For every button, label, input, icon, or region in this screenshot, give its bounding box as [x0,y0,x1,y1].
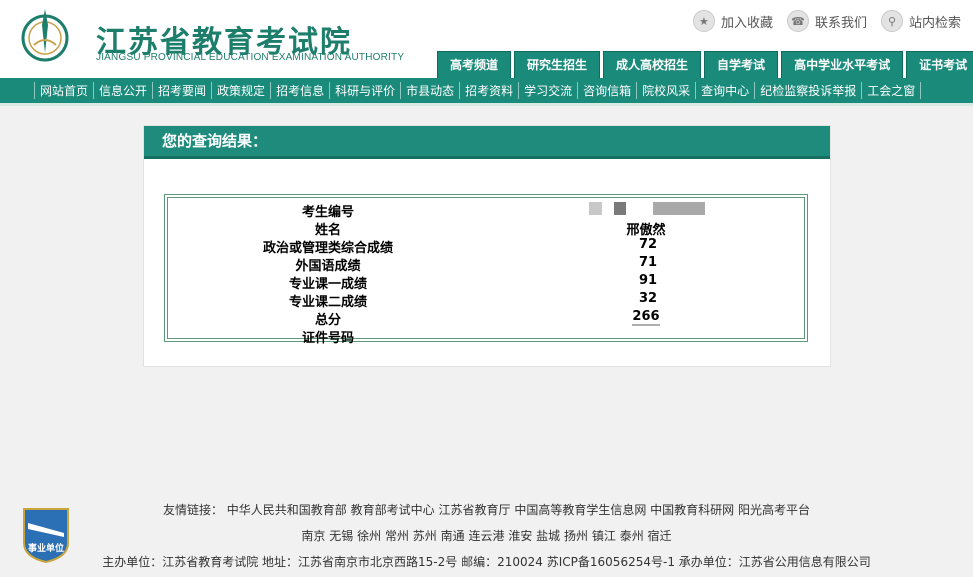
total-value: 266 [632,309,660,326]
city-link[interactable]: 常州 [385,529,409,543]
friend-link[interactable]: 教育部考试中心 [351,503,435,517]
friend-links: 友情链接： 中华人民共和国教育部 教育部考试中心 江苏省教育厅 中国高等教育学生… [0,501,973,518]
row-label: 政治或管理类综合成绩 [262,241,393,256]
contact-icon: ☎ [786,10,809,32]
tab-highschool[interactable]: 高中学业水平考试 [781,51,904,78]
nav-item-mailbox[interactable]: 咨询信箱 [577,82,636,99]
row-label: 专业课一成绩 [288,277,367,292]
nav-item-county[interactable]: 市县动态 [400,82,459,99]
bookmark-icon: ★ [692,10,715,32]
nav-item-home[interactable]: 网站首页 [34,82,93,99]
friend-link[interactable]: 阳光高考平台 [738,503,810,517]
nav-item-disclosure[interactable]: 信息公开 [93,82,152,99]
friend-link[interactable]: 中华人民共和国教育部 [227,503,347,517]
nav-item-colleges[interactable]: 院校风采 [636,82,695,99]
footer-host: 主办单位：江苏省教育考试院 [102,555,259,569]
city-link[interactable]: 南通 [441,529,465,543]
redacted-block [614,202,626,215]
nav-item-union[interactable]: 工会之窗 [861,82,922,99]
logo-icon [21,9,69,62]
row-value: 266 [626,309,666,326]
footer-contractor: 承办单位：江苏省公用信息有限公司 [678,555,871,569]
row-value: 71 [638,255,658,270]
row-label: 姓名 [314,223,341,238]
city-link[interactable]: 徐州 [357,529,381,543]
nav-item-exchange[interactable]: 学习交流 [518,82,577,99]
friend-link[interactable]: 中国高等教育学生信息网 [514,503,646,517]
tab-gaokao[interactable]: 高考频道 [437,51,512,78]
site-title-en: JIANGSU PROVINCIAL EDUCATION EXAMINATION… [96,52,405,63]
row-label: 考生编号 [301,205,354,220]
city-link[interactable]: 淮安 [508,529,532,543]
row-value: 91 [638,273,658,288]
redacted-block [589,202,602,215]
city-link[interactable]: 盐城 [536,529,560,543]
result-table: 考生编号 姓名 邢傲然 政治或管理类综合成绩 72 外国语成绩 71 专业课一成… [164,194,808,346]
row-label: 总分 [314,313,341,328]
city-link[interactable]: 连云港 [468,529,504,543]
nav-item-complaint[interactable]: 纪检监察投诉举报 [754,82,861,99]
tab-self-study[interactable]: 自学考试 [704,51,779,78]
city-link[interactable]: 镇江 [592,529,616,543]
tab-graduate[interactable]: 研究生招生 [514,51,601,78]
contact-link[interactable]: ☎ 联系我们 [786,10,867,32]
result-heading: 您的查询结果： [144,126,830,159]
row-name: 姓名 邢傲然 [168,219,804,238]
city-link[interactable]: 扬州 [564,529,588,543]
row-candidate-id: 考生编号 [168,201,804,220]
row-total-score: 总分 266 [168,309,804,328]
top-links: ★ 加入收藏 ☎ 联系我们 ⚲ 站内检索 [692,10,961,32]
tab-adult[interactable]: 成人高校招生 [603,51,702,78]
redacted-block [653,202,705,215]
footer-postcode: 邮编：210024 [461,555,543,569]
nav-item-research[interactable]: 科研与评价 [329,82,400,99]
city-link[interactable]: 无锡 [329,529,353,543]
nav-item-news[interactable]: 招考要闻 [152,82,211,99]
city-link[interactable]: 苏州 [413,529,437,543]
row-major2-score: 专业课二成绩 32 [168,291,804,310]
city-link[interactable]: 南京 [301,529,325,543]
footer-info: 主办单位：江苏省教育考试院 地址：江苏省南京市北京西路15-2号 邮编：2100… [0,553,973,570]
row-language-score: 外国语成绩 71 [168,255,804,274]
city-link[interactable]: 泰州 [620,529,644,543]
city-links: 南京 无锡 徐州 常州 苏州 南通 连云港 淮安 盐城 扬州 镇江 泰州 宿迁 [0,527,973,544]
city-link[interactable]: 宿迁 [648,529,672,543]
row-value: 32 [638,291,658,306]
row-label: 专业课二成绩 [288,295,367,310]
result-table-inner: 考生编号 姓名 邢傲然 政治或管理类综合成绩 72 外国语成绩 71 专业课一成… [167,197,805,346]
row-id-number: 证件号码 [168,327,804,346]
friend-link[interactable]: 中国教育科研网 [650,503,734,517]
row-politics-score: 政治或管理类综合成绩 72 [168,237,804,256]
tab-certificate[interactable]: 证书考试 [906,51,973,78]
nav-divider [0,103,973,106]
nav-item-materials[interactable]: 招考资料 [459,82,518,99]
nav-item-exam-info[interactable]: 招考信息 [270,82,329,99]
friend-links-label: 友情链接： [162,503,223,517]
main-nav: 网站首页 信息公开 招考要闻 政策规定 招考信息 科研与评价 市县动态 招考资料… [0,78,973,103]
search-icon: ⚲ [880,10,903,32]
row-label: 证件号码 [301,331,354,346]
row-value: 72 [638,237,658,252]
bookmark-link[interactable]: ★ 加入收藏 [692,10,773,32]
row-major1-score: 专业课一成绩 91 [168,273,804,292]
result-panel: 您的查询结果： 考生编号 姓名 邢傲然 政治或管理类综合成绩 72 外国语成绩 … [143,125,831,367]
row-label: 外国语成绩 [295,259,361,274]
footer-address: 地址：江苏省南京市北京西路15-2号 [262,555,458,569]
nav-item-policy[interactable]: 政策规定 [211,82,270,99]
footer-icp[interactable]: 苏ICP备16056254号-1 [547,555,675,569]
search-link[interactable]: ⚲ 站内检索 [880,10,961,32]
friend-link[interactable]: 江苏省教育厅 [438,503,510,517]
nav-item-query[interactable]: 查询中心 [695,82,754,99]
channel-tabs: 高考频道 研究生招生 成人高校招生 自学考试 高中学业水平考试 证书考试 [437,51,973,78]
row-value: 邢傲然 [626,223,666,238]
site-header: 江苏省教育考试院 JIANGSU PROVINCIAL EDUCATION EX… [0,0,973,78]
